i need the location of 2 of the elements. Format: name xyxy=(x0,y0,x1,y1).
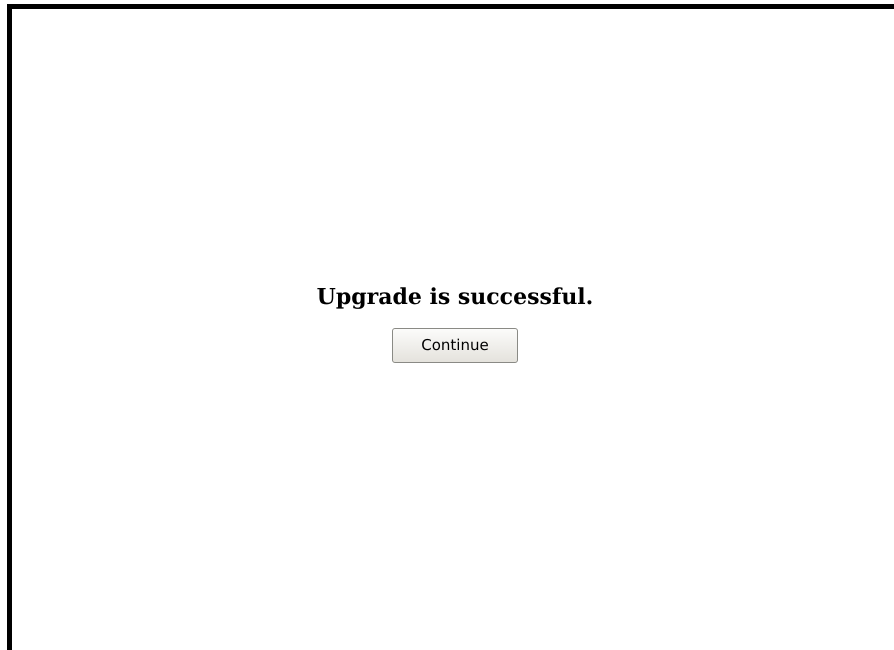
continue-button[interactable]: Continue xyxy=(392,328,518,363)
success-message: Upgrade is successful. xyxy=(316,283,594,311)
